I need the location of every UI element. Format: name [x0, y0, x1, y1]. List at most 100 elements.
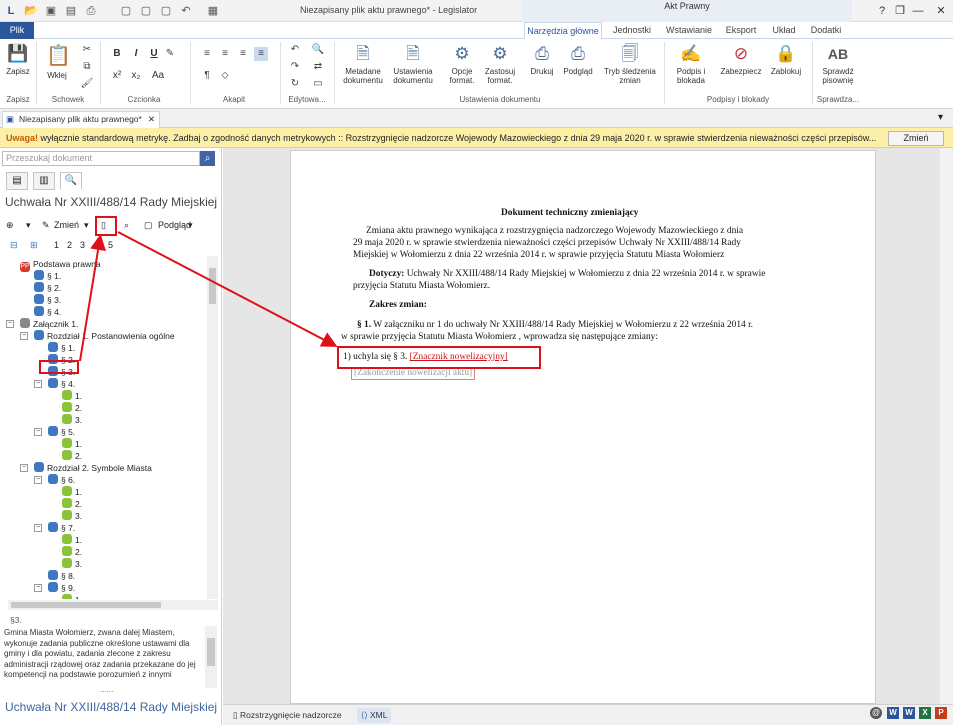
- tree-item[interactable]: § 4.: [48, 378, 75, 390]
- paragraph-style-icon[interactable]: ⬦: [218, 69, 232, 83]
- print-icon[interactable]: ⎙: [83, 3, 99, 19]
- level-5[interactable]: 5: [108, 240, 113, 250]
- expand-all-icon[interactable]: ⊞: [30, 240, 38, 251]
- edit-icon[interactable]: ✎: [42, 218, 50, 232]
- tree-item[interactable]: 2.: [62, 450, 82, 462]
- preview-button[interactable]: ⎙ Podgląd: [560, 43, 596, 76]
- tree-item[interactable]: 3.: [62, 510, 82, 522]
- level-2[interactable]: 2: [67, 240, 72, 250]
- tree-item[interactable]: § 1.: [48, 342, 75, 354]
- tree-item[interactable]: 3.: [62, 558, 82, 570]
- close-tab-icon[interactable]: ✕: [148, 112, 155, 127]
- select-icon[interactable]: ▭: [311, 77, 325, 91]
- template-icon[interactable]: ▦: [205, 3, 221, 19]
- lock-button[interactable]: 🔒 Zablokuj: [766, 43, 806, 76]
- search-input[interactable]: Przeszukaj dokument: [2, 151, 200, 166]
- repeat-icon[interactable]: ↻: [288, 77, 302, 91]
- tree-item[interactable]: 2.: [62, 402, 82, 414]
- level-4[interactable]: 4: [93, 240, 98, 250]
- tab-addons[interactable]: Dodatki: [806, 22, 846, 39]
- tree-item[interactable]: § 8.: [48, 570, 75, 582]
- zmien-button[interactable]: Zmień: [54, 218, 79, 232]
- metadata-button[interactable]: 🗎 Metadane dokumentu: [340, 43, 386, 85]
- format-painter-icon[interactable]: 🖌: [80, 77, 94, 91]
- tab-file[interactable]: Plik: [0, 22, 34, 39]
- underline-button[interactable]: U: [147, 47, 161, 61]
- word-export-icon[interactable]: W: [903, 707, 915, 719]
- document-page[interactable]: Dokument techniczny zmieniający Zmiana a…: [290, 150, 876, 704]
- sign-lock-button[interactable]: ✍ Podpis i blokada: [668, 43, 714, 85]
- open-folder-icon[interactable]: 📂: [23, 3, 39, 19]
- collapse-toggle-icon[interactable]: −: [34, 524, 42, 532]
- format-options-button[interactable]: ⚙ Opcje format.: [444, 43, 480, 85]
- tree-item[interactable]: § 7.: [48, 522, 75, 534]
- tree-item[interactable]: Rozdział 1. Postanowienia ogólne: [34, 330, 175, 342]
- zmien-dropdown-icon[interactable]: ▾: [84, 218, 89, 232]
- collapse-toggle-icon[interactable]: −: [34, 476, 42, 484]
- apply-format-button[interactable]: ⚙ Zastosuj format.: [482, 43, 518, 85]
- excel-icon[interactable]: X: [919, 707, 931, 719]
- align-left-icon[interactable]: ≡: [200, 47, 214, 61]
- collapse-toggle-icon[interactable]: −: [6, 320, 14, 328]
- paragraph-mark-icon[interactable]: ¶: [200, 69, 214, 83]
- word-icon[interactable]: W: [887, 707, 899, 719]
- status-tab-supervision[interactable]: ▯ Rozstrzygnięcie nadzorcze: [233, 708, 342, 723]
- superscript-button[interactable]: x²: [110, 69, 124, 83]
- tab-layout[interactable]: Układ: [764, 22, 804, 39]
- legislator-icon[interactable]: @: [870, 707, 882, 719]
- preview-icon[interactable]: ▢: [144, 218, 153, 232]
- copy-icon[interactable]: ⧉: [80, 60, 94, 74]
- spellcheck-button[interactable]: AB Sprawdź pisownię: [816, 43, 860, 85]
- tree-item[interactable]: 1.: [62, 438, 82, 450]
- tree-item[interactable]: PP Podstawa prawna: [20, 258, 101, 272]
- restore-ribbon-button[interactable]: ❐: [891, 2, 909, 20]
- replace-icon[interactable]: ⇄: [311, 60, 325, 74]
- tree-item[interactable]: Załącznik 1.: [20, 318, 78, 330]
- document-copy-icon[interactable]: ▢: [138, 3, 154, 19]
- collapse-toggle-icon[interactable]: −: [20, 332, 28, 340]
- tree-item[interactable]: 1.: [62, 594, 82, 599]
- panel-dropdown-icon[interactable]: ▾: [938, 112, 943, 123]
- collapse-all-icon[interactable]: ⊟: [10, 240, 18, 251]
- help-button[interactable]: ?: [873, 2, 891, 20]
- tree-item[interactable]: 3.: [62, 414, 82, 426]
- tree-item[interactable]: 1.: [62, 534, 82, 546]
- tree-item[interactable]: § 6.: [48, 474, 75, 486]
- level-1[interactable]: 1: [54, 240, 59, 250]
- strikethrough-icon[interactable]: ✎: [163, 47, 177, 61]
- podglad-dropdown-icon[interactable]: ▾: [188, 218, 193, 232]
- add-dropdown-icon[interactable]: ▾: [26, 218, 31, 232]
- print-button[interactable]: ⎙ Drukuj: [524, 43, 560, 76]
- collapse-toggle-icon[interactable]: −: [34, 380, 42, 388]
- tab-insert[interactable]: Wstawianie: [660, 22, 718, 39]
- tab-outline[interactable]: ▤: [6, 172, 28, 190]
- tab-home[interactable]: Narzędzia główne: [524, 22, 602, 39]
- tree-item[interactable]: Rozdział 2. Symbole Miasta: [34, 462, 152, 474]
- splitter-grip[interactable]: ......: [100, 685, 113, 694]
- add-unit-icon[interactable]: ⊕: [6, 218, 14, 232]
- find-icon[interactable]: 🔍: [311, 43, 325, 57]
- new-document-icon[interactable]: ▣: [43, 3, 59, 19]
- tab-export[interactable]: Eksport: [720, 22, 762, 39]
- redo-icon[interactable]: ↷: [288, 60, 302, 74]
- tab-units[interactable]: Jednostki: [606, 22, 658, 39]
- document-export-icon[interactable]: ▢: [158, 3, 174, 19]
- document-tab[interactable]: ▣ Niezapisany plik aktu prawnego* ✕: [2, 111, 160, 128]
- find-unit-icon[interactable]: ⌕: [124, 218, 129, 232]
- undo-icon[interactable]: ↶: [288, 43, 302, 57]
- paste-button[interactable]: 📋 Wklej: [40, 43, 74, 80]
- podglad-button[interactable]: Podgląd: [158, 218, 191, 232]
- tree-item[interactable]: § 5.: [48, 426, 75, 438]
- tab-structure[interactable]: 🔍: [60, 172, 82, 190]
- status-tab-xml[interactable]: ⟨⟩ XML: [357, 708, 392, 723]
- undo-icon[interactable]: ↶: [178, 3, 194, 19]
- cut-icon[interactable]: ✂: [80, 43, 94, 57]
- close-button[interactable]: ✕: [932, 2, 950, 20]
- tree-item[interactable]: 1.: [62, 486, 82, 498]
- tree-scroll-thumb[interactable]: [209, 268, 216, 304]
- save-button[interactable]: 💾 Zapisz: [3, 43, 33, 76]
- doc-settings-button[interactable]: 🗎 Ustawienia dokumentu: [390, 43, 436, 85]
- tab-pages[interactable]: ▥: [33, 172, 55, 190]
- track-changes-button[interactable]: 🗐 Tryb śledzenia zmian: [602, 43, 658, 85]
- tree-item[interactable]: § 2.: [34, 282, 61, 294]
